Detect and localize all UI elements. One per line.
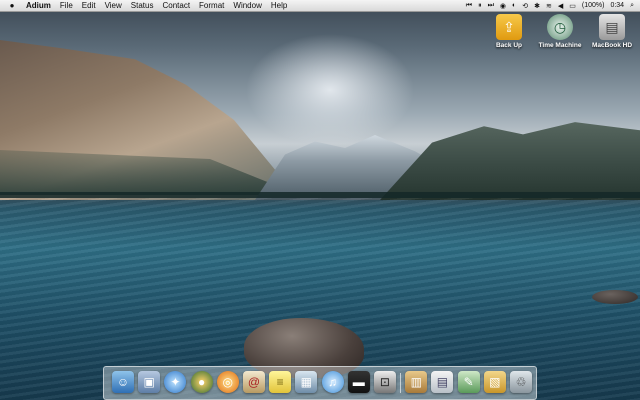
- menu-window[interactable]: Window: [233, 1, 261, 10]
- media-previous-icon[interactable]: ⏮: [466, 2, 472, 10]
- finder-icon[interactable]: ☺: [112, 371, 134, 393]
- menu-help[interactable]: Help: [271, 1, 287, 10]
- menu-status[interactable]: Status: [131, 1, 154, 10]
- backup-drive-icon: ⇪: [496, 14, 522, 40]
- dock-separator: [400, 373, 402, 393]
- apple-menu-icon[interactable]: ●: [4, 1, 20, 10]
- stacks-folder-icon[interactable]: ▧: [483, 371, 506, 393]
- applications-stack-icon[interactable]: ✎: [457, 371, 480, 393]
- wallpaper-rock-small: [592, 290, 638, 304]
- time-machine-menu-icon[interactable]: ⟲: [522, 2, 528, 10]
- battery-percentage[interactable]: (100%): [582, 2, 605, 9]
- volume-icon[interactable]: ◐: [512, 2, 516, 9]
- menu-view[interactable]: View: [105, 1, 122, 10]
- desktop-icon-label: Back Up: [495, 42, 522, 49]
- menu-edit[interactable]: Edit: [82, 1, 96, 10]
- menu-format[interactable]: Format: [199, 1, 224, 10]
- desktop-icon-macbook-hd[interactable]: ▤ MacBook HD: [587, 14, 637, 50]
- dock: ☺ ▣ ✦ ● ◎ @ ≡ ▦ ♫ ▬ ⊡ ▥ ▤ ✎ ▧ ♲: [112, 367, 532, 393]
- iphoto-icon[interactable]: ▦: [295, 371, 318, 393]
- menu-extras: ⏮ ⏸ ⏭ ◉ ◐ ⟲ ✱ ≋ ◀ ▭ (100%) 0:34 ⌕: [466, 2, 634, 10]
- itunes-icon[interactable]: ♫: [321, 371, 344, 393]
- hard-drive-icon: ▤: [599, 14, 625, 40]
- itunes-cd-icon[interactable]: ◎: [216, 371, 239, 393]
- menu-clock[interactable]: 0:34: [610, 2, 624, 9]
- desktop-icon-time-machine[interactable]: ◷ Time Machine: [535, 14, 585, 50]
- address-book-icon[interactable]: @: [242, 371, 265, 393]
- trash-icon[interactable]: ♲: [510, 371, 532, 393]
- menu-app-name[interactable]: Adium: [26, 1, 51, 10]
- speaker-icon[interactable]: ◀: [558, 2, 563, 10]
- monitor-icon[interactable]: ▬: [347, 371, 370, 393]
- adium-status-icon[interactable]: ◉: [500, 2, 506, 10]
- adium-icon[interactable]: ●: [190, 371, 213, 393]
- bluetooth-icon[interactable]: ✱: [534, 2, 540, 10]
- safari-icon[interactable]: ✦: [164, 371, 187, 393]
- stickies-icon[interactable]: ≡: [269, 371, 292, 393]
- desktop-icon-label: Time Machine: [538, 42, 582, 49]
- wifi-icon[interactable]: ≋: [546, 2, 552, 10]
- menu-file[interactable]: File: [60, 1, 73, 10]
- spotlight-icon[interactable]: ⌕: [630, 2, 634, 10]
- preview-icon[interactable]: ▣: [138, 371, 161, 393]
- downloads-stack-icon[interactable]: ▥: [405, 371, 428, 393]
- battery-icon[interactable]: ▭: [569, 2, 576, 10]
- documents-stack-icon[interactable]: ▤: [431, 371, 454, 393]
- desktop-icon-backup[interactable]: ⇪ Back Up: [484, 14, 534, 50]
- menu-contact[interactable]: Contact: [162, 1, 190, 10]
- media-pause-icon[interactable]: ⏸: [478, 2, 482, 10]
- media-next-icon[interactable]: ⏭: [488, 2, 494, 10]
- menu-bar: ● Adium File Edit View Status Contact Fo…: [0, 0, 640, 12]
- screenshot-icon[interactable]: ⊡: [373, 371, 396, 393]
- desktop-icon-label: MacBook HD: [591, 42, 633, 49]
- time-machine-icon: ◷: [547, 14, 573, 40]
